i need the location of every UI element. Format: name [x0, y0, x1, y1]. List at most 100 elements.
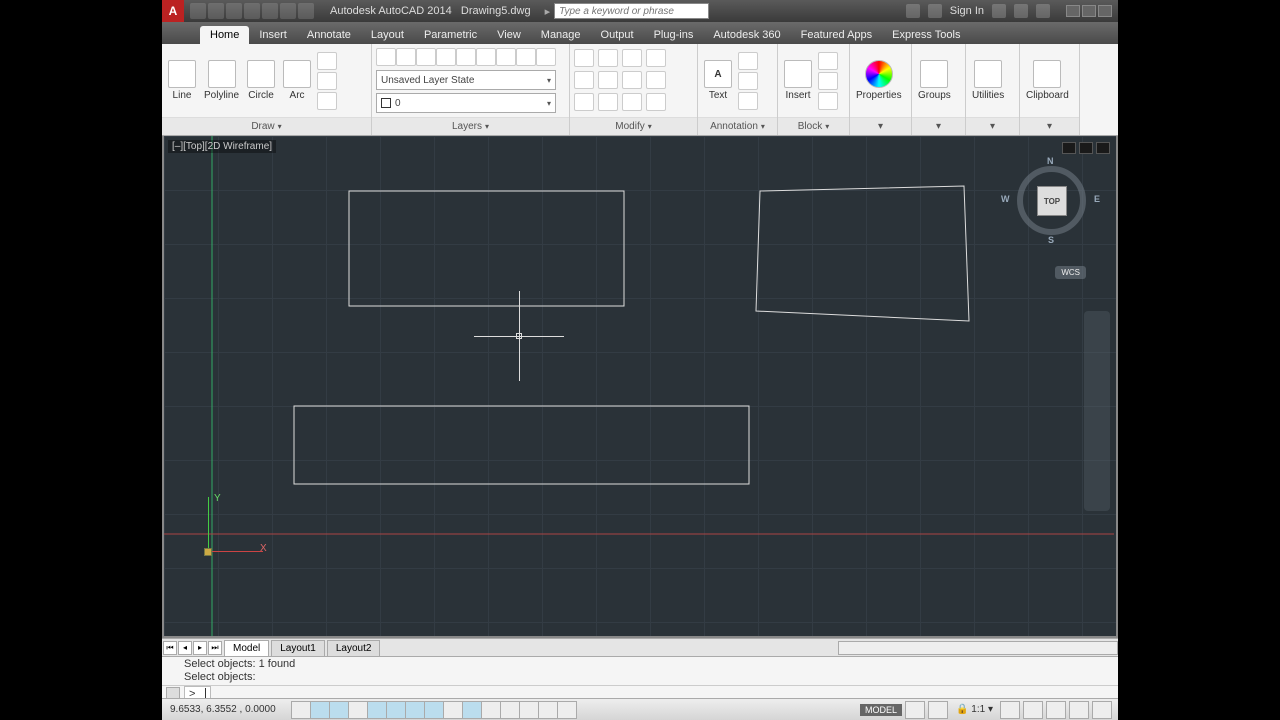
- layer-btn-7[interactable]: [496, 48, 516, 66]
- minimize-button[interactable]: [1066, 5, 1080, 17]
- qat-open-icon[interactable]: [208, 3, 224, 19]
- tab-layout1[interactable]: Layout1: [271, 640, 325, 656]
- groups-button[interactable]: Groups: [916, 58, 953, 103]
- user-icon[interactable]: [928, 4, 942, 18]
- tab-layout2[interactable]: Layout2: [327, 640, 381, 656]
- status-ws-icon[interactable]: [1000, 701, 1020, 719]
- utilities-button[interactable]: Utilities: [970, 58, 1006, 103]
- trim-button[interactable]: [622, 49, 642, 67]
- status-qv-icon[interactable]: [928, 701, 948, 719]
- layer-btn-2[interactable]: [396, 48, 416, 66]
- text-button[interactable]: AText: [702, 58, 734, 103]
- stretch-button[interactable]: [574, 93, 594, 111]
- tab-model[interactable]: Model: [224, 640, 269, 656]
- scale-button[interactable]: [598, 93, 618, 111]
- block-create-button[interactable]: [818, 52, 838, 70]
- cloud-icon[interactable]: [1014, 4, 1028, 18]
- panel-annotation-title[interactable]: Annotation: [698, 117, 777, 135]
- polar-toggle[interactable]: [367, 701, 387, 719]
- layer-state-combo[interactable]: Unsaved Layer State: [376, 70, 556, 90]
- viewcube-s[interactable]: S: [1048, 235, 1054, 245]
- layer-btn-3[interactable]: [416, 48, 436, 66]
- draw-extra-1[interactable]: [317, 52, 337, 70]
- layer-btn-4[interactable]: [436, 48, 456, 66]
- viewcube-w[interactable]: W: [1001, 194, 1010, 204]
- layout-first[interactable]: ⏮: [163, 641, 177, 655]
- vp-maximize[interactable]: [1079, 142, 1093, 154]
- sc-toggle[interactable]: [538, 701, 558, 719]
- panel-layers-title[interactable]: Layers: [372, 117, 569, 135]
- coordinates[interactable]: 9.6533, 6.3552 , 0.0000: [162, 704, 292, 715]
- tab-featured[interactable]: Featured Apps: [791, 26, 883, 44]
- panel-clipboard-drop[interactable]: ▾: [1020, 117, 1079, 135]
- layer-btn-5[interactable]: [456, 48, 476, 66]
- tpy-toggle[interactable]: [500, 701, 520, 719]
- help-icon[interactable]: [1036, 4, 1050, 18]
- tab-annotate[interactable]: Annotate: [297, 26, 361, 44]
- tab-output[interactable]: Output: [591, 26, 644, 44]
- arc-button[interactable]: Arc: [281, 58, 313, 103]
- panel-utilities-drop[interactable]: ▾: [966, 117, 1019, 135]
- insert-block-button[interactable]: Insert: [782, 58, 814, 103]
- viewport-label[interactable]: [‒][Top][2D Wireframe]: [168, 140, 276, 153]
- vp-minimize[interactable]: [1062, 142, 1076, 154]
- panel-modify-title[interactable]: Modify: [570, 117, 697, 135]
- osnap-toggle[interactable]: [386, 701, 406, 719]
- maximize-button[interactable]: [1082, 5, 1096, 17]
- anno-scale[interactable]: 🔒 1:1 ▾: [952, 704, 997, 715]
- vp-close[interactable]: [1096, 142, 1110, 154]
- properties-button[interactable]: Properties: [854, 58, 904, 103]
- dim-button[interactable]: [738, 52, 758, 70]
- layer-btn-9[interactable]: [536, 48, 556, 66]
- polyline-button[interactable]: Polyline: [202, 58, 241, 103]
- canvas[interactable]: Y X [‒][Top][2D Wireframe] TOP N E S W W…: [164, 136, 1116, 636]
- close-button[interactable]: [1098, 5, 1112, 17]
- rotate-button[interactable]: [598, 49, 618, 67]
- 3dosnap-toggle[interactable]: [405, 701, 425, 719]
- layer-btn-6[interactable]: [476, 48, 496, 66]
- panel-block-title[interactable]: Block: [778, 117, 849, 135]
- tab-insert[interactable]: Insert: [249, 26, 297, 44]
- tab-parametric[interactable]: Parametric: [414, 26, 487, 44]
- tab-express[interactable]: Express Tools: [882, 26, 970, 44]
- tab-view[interactable]: View: [487, 26, 531, 44]
- layout-last[interactable]: ⏭: [208, 641, 222, 655]
- circle-button[interactable]: Circle: [245, 58, 277, 103]
- qat-redo-icon[interactable]: [298, 3, 314, 19]
- qat-print-icon[interactable]: [262, 3, 278, 19]
- viewcube-e[interactable]: E: [1094, 194, 1100, 204]
- copy-button[interactable]: [574, 71, 594, 89]
- qat-undo-icon[interactable]: [280, 3, 296, 19]
- mirror-button[interactable]: [598, 71, 618, 89]
- model-space-badge[interactable]: MODEL: [860, 704, 902, 716]
- viewcube-n[interactable]: N: [1047, 156, 1054, 166]
- qat-save-icon[interactable]: [226, 3, 242, 19]
- navigation-bar[interactable]: [1084, 311, 1110, 511]
- grid-toggle[interactable]: [329, 701, 349, 719]
- sign-in-button[interactable]: Sign In: [950, 5, 984, 17]
- drawing-area[interactable]: Y X [‒][Top][2D Wireframe] TOP N E S W W…: [162, 136, 1118, 638]
- wcs-badge[interactable]: WCS: [1055, 266, 1086, 279]
- ortho-toggle[interactable]: [348, 701, 368, 719]
- ducs-toggle[interactable]: [443, 701, 463, 719]
- layout-next[interactable]: ▸: [193, 641, 207, 655]
- layer-btn-8[interactable]: [516, 48, 536, 66]
- app-logo-icon[interactable]: A: [162, 0, 184, 22]
- tab-plugins[interactable]: Plug-ins: [644, 26, 704, 44]
- tab-layout[interactable]: Layout: [361, 26, 414, 44]
- search-input[interactable]: [554, 3, 709, 19]
- block-edit-button[interactable]: [818, 72, 838, 90]
- infer-toggle[interactable]: [291, 701, 311, 719]
- tab-manage[interactable]: Manage: [531, 26, 591, 44]
- line-button[interactable]: Line: [166, 58, 198, 103]
- tab-home[interactable]: Home: [200, 26, 249, 44]
- hscrollbar[interactable]: [838, 641, 1118, 655]
- tab-autodesk360[interactable]: Autodesk 360: [703, 26, 790, 44]
- leader-button[interactable]: [738, 72, 758, 90]
- block-attr-button[interactable]: [818, 92, 838, 110]
- fillet-button[interactable]: [622, 71, 642, 89]
- snap-toggle[interactable]: [310, 701, 330, 719]
- qat-saveas-icon[interactable]: [244, 3, 260, 19]
- move-button[interactable]: [574, 49, 594, 67]
- otrack-toggle[interactable]: [424, 701, 444, 719]
